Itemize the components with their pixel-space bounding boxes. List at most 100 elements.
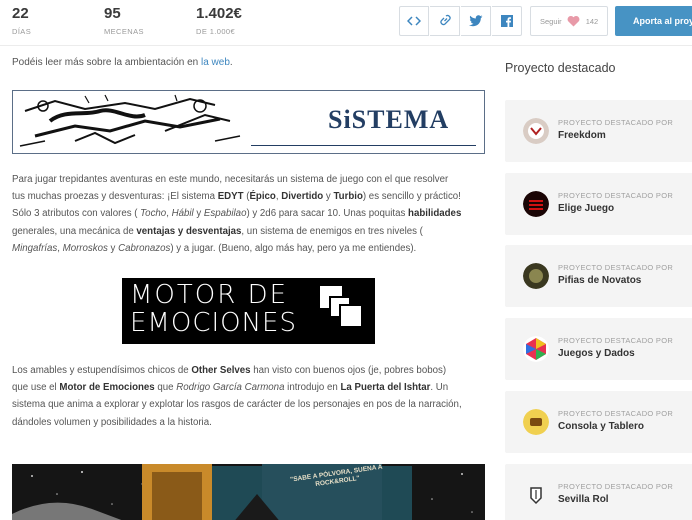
embed-code-icon <box>407 16 421 26</box>
freekdom-logo-icon <box>523 118 549 144</box>
avatar <box>523 409 549 435</box>
featured-by-name: Sevilla Rol <box>558 494 609 505</box>
featured-card-elige-juego[interactable]: PROYECTO DESTACADO POR Elige Juego <box>505 173 692 235</box>
featured-by-caption: PROYECTO DESTACADO POR <box>558 336 674 345</box>
embed-button[interactable] <box>399 6 429 36</box>
heart-icon <box>567 15 580 27</box>
featured-card-juegos-y-dados[interactable]: PROYECTO DESTACADO POR Juegos y Dados <box>505 318 692 380</box>
featured-card-consola-y-tablero[interactable]: PROYECTO DESTACADO POR Consola y Tablero <box>505 391 692 453</box>
text: ventajas y desventajas <box>136 225 242 237</box>
banner-title: SiSTEMA <box>328 105 450 134</box>
motor-de-emociones-logo: MOTOR DE EMOCIONES <box>122 278 375 344</box>
text: Épico <box>249 191 276 203</box>
facebook-icon <box>500 15 513 27</box>
setting-link[interactable]: la web <box>201 57 230 68</box>
text: dándoles volumen y posibilidades a la hi… <box>12 416 212 428</box>
text: que use el <box>12 382 60 394</box>
stat-raised-goal: DE 1.000€ <box>196 27 236 36</box>
intro-paragraph: Podéis leer más sobre la ambientación en… <box>12 56 233 69</box>
text: habilidades <box>408 208 462 220</box>
twitter-share-button[interactable] <box>461 6 491 36</box>
text: ) y a jugar. (Bueno, algo más hay, pero … <box>170 242 417 254</box>
logo-line-1: MOTOR DE <box>130 280 289 310</box>
text: EDYT <box>217 191 244 203</box>
stat-backers: 95 MECENAS <box>104 5 144 36</box>
text: Cabronazos <box>118 242 171 254</box>
text: Rodrigo García Carmona <box>176 382 285 394</box>
featured-by-name: Elige Juego <box>558 203 615 214</box>
pifias-de-novatos-logo-icon <box>523 263 549 289</box>
link-icon <box>439 14 451 26</box>
text: Sólo 3 atributos con valores ( <box>12 208 141 220</box>
text: . Un <box>430 382 449 394</box>
fighting-characters-illustration <box>19 94 241 147</box>
sistema-banner-image: SiSTEMA <box>12 90 485 154</box>
avatar <box>523 118 549 144</box>
stat-days: 22 DÍAS <box>12 5 31 36</box>
text: introdujo en <box>284 382 341 394</box>
featured-card-sevilla-rol[interactable]: PROYECTO DESTACADO POR Sevilla Rol <box>505 464 692 520</box>
text: Los amables y estupendísimos chicos de <box>12 365 192 376</box>
text: que <box>154 382 177 394</box>
text: Morroskos <box>62 242 108 254</box>
follow-button[interactable]: Seguir 142 <box>530 6 608 36</box>
text: Espabilao <box>203 208 247 220</box>
avatar <box>523 191 549 217</box>
project-stats-bar: 22 DÍAS 95 MECENAS 1.402€ DE 1.000€ Segu… <box>0 0 692 46</box>
stat-days-label: DÍAS <box>12 27 32 36</box>
text: ) y 2d6 para sacar 10. Unas poquitas <box>246 208 409 220</box>
featured-card-freekdom[interactable]: PROYECTO DESTACADO POR Freekdom <box>505 100 692 162</box>
text: Divertido <box>281 191 324 203</box>
featured-by-caption: PROYECTO DESTACADO POR <box>558 482 674 491</box>
system-paragraph: Para jugar trepidantes aventuras en este… <box>12 171 490 257</box>
intro-end: . <box>229 57 233 68</box>
text: , un sistema de enemigos en tres niveles… <box>241 225 423 237</box>
elige-juego-logo-icon <box>523 191 549 217</box>
text: Hábil <box>171 208 194 220</box>
text: y <box>323 191 334 203</box>
copy-link-button[interactable] <box>430 6 460 36</box>
featured-by-name: Pifias de Novatos <box>558 275 642 286</box>
text: Para jugar trepidantes aventuras en este… <box>12 174 449 185</box>
featured-by-name: Juegos y Dados <box>558 348 635 359</box>
text: ) es sencillo y práctico! <box>362 191 461 203</box>
logo-line-2: EMOCIONES <box>130 308 297 338</box>
starfield-background <box>12 464 485 520</box>
featured-by-caption: PROYECTO DESTACADO POR <box>558 263 674 272</box>
avatar <box>523 263 549 289</box>
product-photo: "SABE A PÓLVORA, SUENA A ROCK&ROLL" <box>12 464 485 520</box>
text: Turbio <box>333 191 363 203</box>
contribute-button[interactable]: Aporta al proy <box>615 6 692 36</box>
featured-projects-title: Proyecto destacado <box>505 61 616 75</box>
text: Tocho <box>140 208 167 220</box>
emotion-engine-paragraph: Los amables y estupendísimos chicos de O… <box>12 362 490 431</box>
banner-divider <box>251 145 476 146</box>
stat-backers-value: 95 <box>104 5 121 22</box>
twitter-icon <box>468 15 482 27</box>
avatar <box>523 336 549 362</box>
text: y <box>193 208 204 220</box>
avatar <box>523 482 549 508</box>
facebook-share-button[interactable] <box>492 6 522 36</box>
juegos-y-dados-logo-icon <box>523 336 549 362</box>
consola-y-tablero-logo-icon <box>523 409 549 435</box>
text: Other Selves <box>191 365 251 376</box>
stat-raised-value: 1.402€ <box>196 5 242 22</box>
featured-by-caption: PROYECTO DESTACADO POR <box>558 118 674 127</box>
text: Motor de Emociones <box>59 382 155 394</box>
text: han visto con buenos ojos (je, pobres bo… <box>250 365 447 376</box>
featured-by-caption: PROYECTO DESTACADO POR <box>558 409 674 418</box>
featured-card-pifias-de-novatos[interactable]: PROYECTO DESTACADO POR Pifias de Novatos <box>505 245 692 307</box>
sevilla-rol-logo-icon <box>523 482 549 508</box>
follow-label: Seguir <box>540 16 562 26</box>
follow-count: 142 <box>585 16 599 26</box>
logo-square <box>339 304 363 328</box>
text: sistema que anima a explorar y explotar … <box>12 399 462 411</box>
featured-by-name: Freekdom <box>558 130 606 141</box>
stat-raised: 1.402€ DE 1.000€ <box>196 5 242 36</box>
stat-days-value: 22 <box>12 5 29 22</box>
intro-text: Podéis leer más sobre la ambientación en <box>12 57 201 68</box>
featured-by-name: Consola y Tablero <box>558 421 644 432</box>
text: tus muchas proezas y desventuras: ¡El si… <box>12 191 218 203</box>
text: y <box>107 242 119 254</box>
